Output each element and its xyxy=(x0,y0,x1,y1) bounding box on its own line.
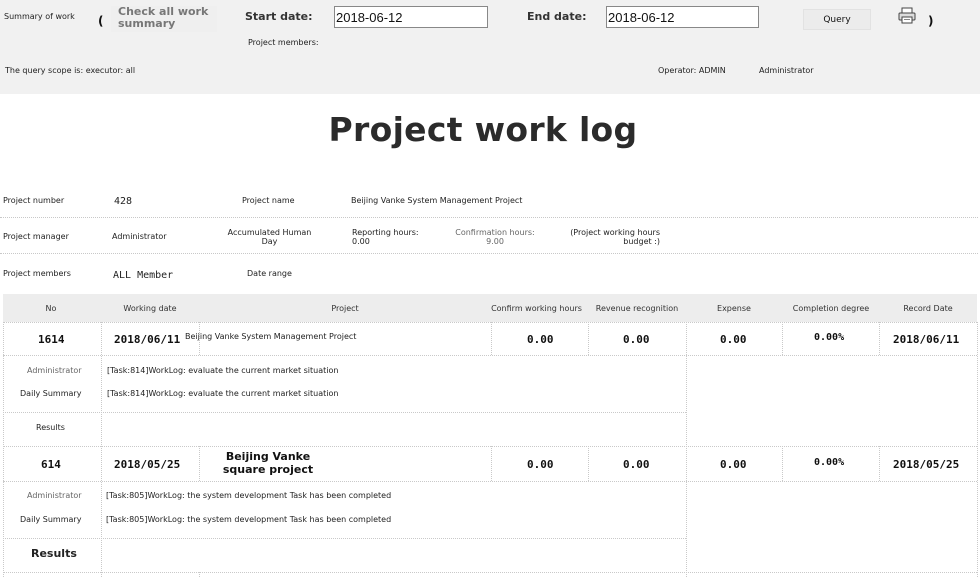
summary-of-work-label: Summary of work xyxy=(4,12,75,21)
confirmation-hours-text: Confirmation hours: 9.00 xyxy=(455,228,535,246)
project-manager-label: Project manager xyxy=(3,232,69,241)
record-project: Beijing Vanke square project xyxy=(222,450,314,476)
header-completion-degree: Completion degree xyxy=(792,303,870,313)
daily-summary-text: [Task:814]WorkLog: evaluate the current … xyxy=(107,389,339,398)
daily-summary-label: Daily Summary xyxy=(20,515,82,524)
project-members-label: Project members xyxy=(3,269,71,278)
record-executor-log: [Task:814]WorkLog: evaluate the current … xyxy=(107,366,339,375)
record-expense: 0.00 xyxy=(720,333,747,346)
header-working-date: Working date xyxy=(123,303,177,313)
record-revenue: 0.00 xyxy=(623,333,650,346)
project-name-value: Beijing Vanke System Management Project xyxy=(351,196,523,205)
printer-icon[interactable] xyxy=(898,7,916,24)
close-paren: ) xyxy=(928,14,934,28)
record-working-date: 2018/05/25 xyxy=(114,458,181,471)
record-completion: 0.00% xyxy=(814,332,845,343)
record-working-date: 2018/06/11 xyxy=(114,333,181,346)
table-header: No Working date Project Confirm working … xyxy=(3,294,977,322)
header-expense: Expense xyxy=(717,303,751,313)
record-confirm-hours: 0.00 xyxy=(527,333,554,346)
operator-text: Operator: ADMIN xyxy=(658,66,726,75)
results-label: Results xyxy=(31,547,77,560)
reporting-hours-text: Reporting hours: 0.00 xyxy=(352,228,419,246)
end-date-label: End date: xyxy=(527,10,587,23)
date-range-label: Date range xyxy=(247,269,292,278)
record-executor: Administrator xyxy=(27,491,82,500)
record-completion: 0.00% xyxy=(814,457,845,468)
operator-name: Administrator xyxy=(759,66,814,75)
results-label: Results xyxy=(36,423,65,432)
record-confirm-hours: 0.00 xyxy=(527,458,554,471)
query-button[interactable]: Query xyxy=(803,9,871,30)
info-divider xyxy=(0,217,978,218)
record-revenue: 0.00 xyxy=(623,458,650,471)
working-hours-budget-text: (Project working hours budget :) xyxy=(570,228,660,246)
project-name-label: Project name xyxy=(242,196,295,205)
header-no: No xyxy=(45,303,57,313)
info-divider xyxy=(0,253,978,254)
header-confirm-working-hours: Confirm working hours xyxy=(491,303,582,313)
start-date-input[interactable]: 2018-06-12 xyxy=(334,6,488,28)
record-date: 2018/05/25 xyxy=(893,458,960,471)
end-date-input[interactable]: 2018-06-12 xyxy=(606,6,759,28)
project-members-value: ALL Member xyxy=(113,270,174,281)
record-expense: 0.00 xyxy=(720,458,747,471)
query-scope-text: The query scope is: executor: all xyxy=(5,66,136,75)
project-number-value: 428 xyxy=(114,196,133,207)
header-record-date: Record Date xyxy=(903,303,953,313)
project-members-filter-label: Project members: xyxy=(248,38,319,47)
open-paren: ( xyxy=(98,14,104,28)
record-project: Beijing Vanke System Management Project xyxy=(185,332,357,341)
record-executor: Administrator xyxy=(27,366,82,375)
record-no: 1614 xyxy=(38,333,65,346)
daily-summary-text: [Task:805]WorkLog: the system developmen… xyxy=(106,515,392,524)
record-executor-log: [Task:805]WorkLog: the system developmen… xyxy=(106,491,392,500)
project-number-label: Project number xyxy=(3,196,65,205)
header-project: Project xyxy=(331,303,359,313)
check-all-work-summary-button[interactable]: Check all work summary xyxy=(111,6,217,32)
header-revenue-recognition: Revenue recognition xyxy=(595,303,679,313)
report-title: Project work log xyxy=(328,110,638,149)
accumulated-human-day-label: Accumulated Human Day xyxy=(227,228,312,246)
record-no: 614 xyxy=(41,458,61,471)
query-toolbar: Summary of work ( Check all work summary… xyxy=(0,0,980,94)
record-date: 2018/06/11 xyxy=(893,333,960,346)
start-date-label: Start date: xyxy=(245,10,313,23)
project-manager-value: Administrator xyxy=(112,232,167,241)
daily-summary-label: Daily Summary xyxy=(20,389,82,398)
